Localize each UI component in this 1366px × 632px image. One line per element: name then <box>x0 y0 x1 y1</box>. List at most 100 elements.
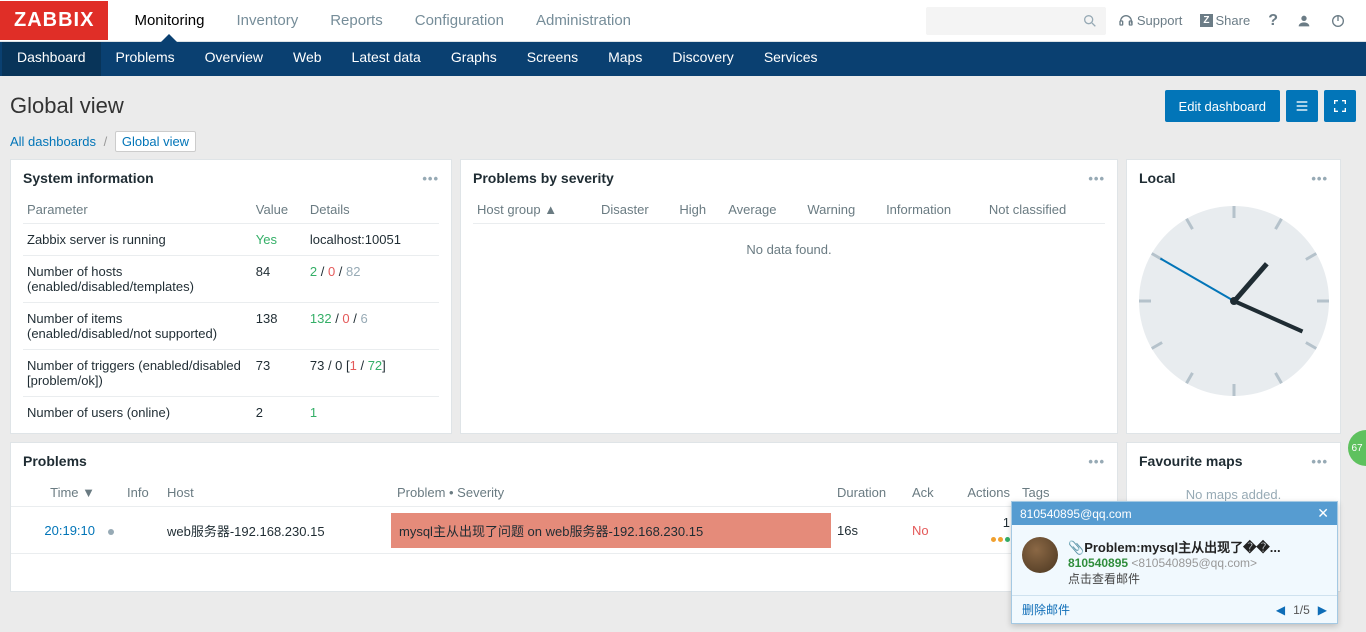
search-icon <box>1082 13 1098 29</box>
nav-inventory[interactable]: Inventory <box>221 0 315 41</box>
th-ack: Ack <box>906 479 956 507</box>
severity-title: Problems by severity <box>473 170 614 186</box>
table-row: Zabbix server is runningYeslocalhost:100… <box>23 224 439 256</box>
sub-nav: Dashboard Problems Overview Web Latest d… <box>0 42 1366 76</box>
table-row[interactable]: 20:19:10 web服务器-192.168.230.15 mysql主从出现… <box>11 507 1117 554</box>
table-row: Number of items (enabled/disabled/not su… <box>23 303 439 350</box>
power-button[interactable] <box>1324 7 1352 35</box>
close-icon[interactable]: ✕ <box>1317 505 1329 522</box>
clock-tick <box>1185 218 1194 230</box>
breadcrumb-sep: / <box>104 134 108 149</box>
clock-tick <box>1305 252 1317 261</box>
breadcrumb-all-dashboards[interactable]: All dashboards <box>10 134 96 149</box>
th-parameter: Parameter <box>23 196 252 224</box>
th-value: Value <box>252 196 306 224</box>
share-link[interactable]: Z Share <box>1194 7 1256 34</box>
edit-dashboard-button[interactable]: Edit dashboard <box>1165 90 1280 122</box>
sysinfo-menu[interactable]: ••• <box>422 171 439 186</box>
clock-tick <box>1150 341 1162 350</box>
support-label: Support <box>1137 13 1183 28</box>
problem-host[interactable]: web服务器-192.168.230.15 <box>161 507 391 554</box>
subnav-overview[interactable]: Overview <box>190 42 278 76</box>
notif-prev-icon[interactable]: ◀ <box>1276 603 1285 617</box>
page-header: Global view Edit dashboard <box>10 90 1356 122</box>
help-button[interactable]: ? <box>1262 6 1284 36</box>
top-bar: ZABBIX Monitoring Inventory Reports Conf… <box>0 0 1366 42</box>
subnav-screens[interactable]: Screens <box>512 42 593 76</box>
email-notification: 810540895@qq.com ✕ 📎Problem:mysql主从出现了��… <box>1011 501 1338 624</box>
subnav-services[interactable]: Services <box>749 42 833 76</box>
clock-tick <box>1185 372 1194 384</box>
nav-administration[interactable]: Administration <box>520 0 647 41</box>
timeline-dot-icon <box>108 529 114 535</box>
local-title: Local <box>1139 170 1176 186</box>
nav-configuration[interactable]: Configuration <box>399 0 520 41</box>
nav-monitoring[interactable]: Monitoring <box>118 0 220 41</box>
subnav-dashboard[interactable]: Dashboard <box>2 42 101 76</box>
share-label: Share <box>1216 13 1251 28</box>
hour-hand <box>1232 262 1269 303</box>
nav-reports[interactable]: Reports <box>314 0 399 41</box>
support-link[interactable]: Support <box>1112 7 1189 35</box>
subnav-discovery[interactable]: Discovery <box>657 42 748 76</box>
minute-hand <box>1233 299 1303 333</box>
notif-body[interactable]: 📎Problem:mysql主从出现了��... 810540895 <8105… <box>1012 525 1337 595</box>
subnav-graphs[interactable]: Graphs <box>436 42 512 76</box>
severity-nodata: No data found. <box>473 224 1105 276</box>
clock-tick <box>1232 384 1235 396</box>
top-right: Support Z Share ? <box>926 6 1366 36</box>
notif-from: 810540895 <810540895@qq.com> <box>1068 556 1327 570</box>
th-problem: Problem • Severity <box>391 479 831 507</box>
avatar <box>1022 537 1058 573</box>
search-input[interactable] <box>926 7 1106 35</box>
table-row: Number of users (online)21 <box>23 397 439 429</box>
top-menu: Monitoring Inventory Reports Configurati… <box>118 0 647 41</box>
notif-header-email: 810540895@qq.com <box>1020 507 1132 521</box>
subnav-maps[interactable]: Maps <box>593 42 657 76</box>
subnav-web[interactable]: Web <box>278 42 337 76</box>
action-dots-icon <box>991 537 1010 542</box>
problems-widget: Problems ••• Time ▼ Info Host Problem • … <box>10 442 1118 592</box>
problem-actions-count: 1 <box>1003 515 1010 530</box>
user-button[interactable] <box>1290 7 1318 35</box>
sev-th[interactable]: Host group ▲ <box>473 196 597 224</box>
clock-center <box>1230 297 1238 305</box>
breadcrumb-current: Global view <box>115 131 196 152</box>
th-host: Host <box>161 479 391 507</box>
th-duration: Duration <box>831 479 906 507</box>
z-icon: Z <box>1200 14 1212 27</box>
notif-next-icon[interactable]: ▶ <box>1318 603 1327 617</box>
attachment-icon: 📎 <box>1068 540 1084 555</box>
severity-table: Host group ▲DisasterHighAverageWarningIn… <box>473 196 1105 275</box>
logo[interactable]: ZABBIX <box>0 1 108 40</box>
subnav-latest-data[interactable]: Latest data <box>337 42 436 76</box>
notif-page: 1/5 <box>1293 603 1310 617</box>
notif-delete-link[interactable]: 删除邮件 <box>1022 601 1070 618</box>
problem-duration: 16s <box>831 507 906 554</box>
sysinfo-table: Parameter Value Details Zabbix server is… <box>23 196 439 428</box>
problem-ack[interactable]: No <box>906 507 956 554</box>
notif-hint: 点击查看邮件 <box>1068 570 1327 587</box>
problems-menu[interactable]: ••• <box>1088 454 1105 469</box>
notif-subject: 📎Problem:mysql主从出现了��... <box>1068 537 1327 556</box>
th-actions: Actions <box>956 479 1016 507</box>
th-time[interactable]: Time ▼ <box>11 479 101 507</box>
fullscreen-button[interactable] <box>1324 90 1356 122</box>
notif-footer: 删除邮件 ◀ 1/5 ▶ <box>1012 595 1337 623</box>
subnav-problems[interactable]: Problems <box>101 42 190 76</box>
dashboard-menu-button[interactable] <box>1286 90 1318 122</box>
local-menu[interactable]: ••• <box>1311 171 1328 186</box>
headset-icon <box>1118 13 1134 29</box>
breadcrumb: All dashboards / Global view <box>10 134 1356 149</box>
power-icon <box>1330 13 1346 29</box>
sev-th: High <box>675 196 724 224</box>
severity-menu[interactable]: ••• <box>1088 171 1105 186</box>
clock-tick <box>1274 218 1283 230</box>
clock-tick <box>1317 300 1329 303</box>
table-row: Number of hosts (enabled/disabled/templa… <box>23 256 439 303</box>
favmaps-menu[interactable]: ••• <box>1311 454 1328 469</box>
problem-time[interactable]: 20:19:10 <box>11 507 101 554</box>
clock-tick <box>1232 206 1235 218</box>
clock-face <box>1139 206 1329 396</box>
problem-desc[interactable]: mysql主从出现了问题 on web服务器-192.168.230.15 <box>391 513 831 548</box>
